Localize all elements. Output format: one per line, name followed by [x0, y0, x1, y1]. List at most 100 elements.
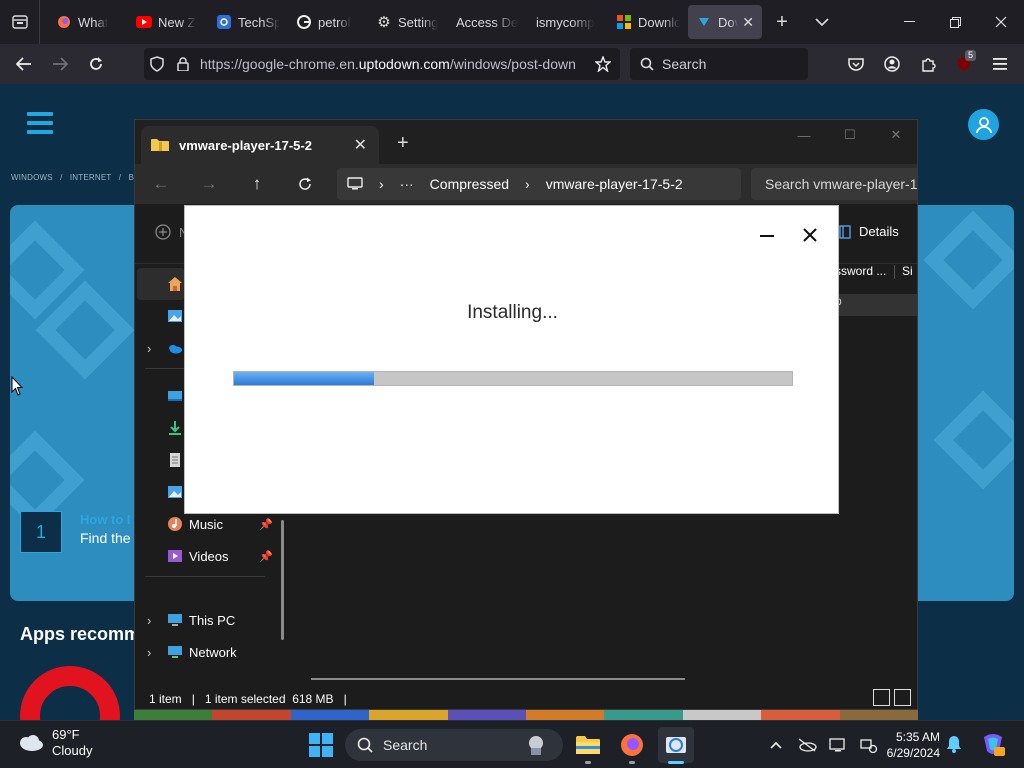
- details-view-icon[interactable]: [873, 689, 890, 706]
- close-button[interactable]: ✕: [873, 120, 917, 150]
- chevron-right-icon[interactable]: ›: [379, 176, 384, 192]
- breadcrumb-current[interactable]: vmware-player-17-5-2: [546, 176, 683, 192]
- taskbar-file-explorer[interactable]: [570, 727, 606, 764]
- browser-tab[interactable]: Downlo: [608, 5, 688, 39]
- details-pane-button[interactable]: Details: [839, 224, 899, 239]
- browser-tab[interactable]: ismycomp: [528, 5, 608, 39]
- display-tray-button[interactable]: [822, 729, 853, 761]
- pocket-button[interactable]: [838, 46, 874, 82]
- forward-button[interactable]: [42, 46, 78, 82]
- horizontal-scrollbar[interactable]: [311, 678, 685, 680]
- taskbar-installer-app[interactable]: [658, 727, 694, 764]
- browser-search-input[interactable]: Search: [630, 48, 808, 80]
- sidebar-item-this-pc[interactable]: › This PC: [135, 605, 283, 635]
- network-tray-button[interactable]: [853, 729, 884, 761]
- show-hidden-icons-button[interactable]: [760, 729, 791, 761]
- close-tab-icon[interactable]: ✕: [354, 135, 367, 155]
- minimize-button[interactable]: [886, 0, 932, 44]
- account-button[interactable]: [874, 46, 910, 82]
- url-text[interactable]: https://google-chrome.en.uptodown.com/wi…: [200, 56, 580, 72]
- url-bar[interactable]: https://google-chrome.en.uptodown.com/wi…: [144, 48, 620, 80]
- sidebar-item-label: Music: [189, 516, 223, 532]
- sidebar-scrollbar[interactable]: [281, 520, 284, 640]
- status-spacer: [286, 692, 293, 706]
- list-all-tabs-button[interactable]: [802, 0, 842, 44]
- installer-minimize-button[interactable]: [757, 226, 777, 246]
- installer-close-button[interactable]: [799, 224, 821, 246]
- refresh-button[interactable]: [289, 170, 321, 198]
- browser-tab[interactable]: petrol: [288, 5, 368, 39]
- browser-tab-active[interactable]: Dov ✕: [688, 5, 762, 39]
- tab-title: petrol: [318, 14, 351, 30]
- crumb[interactable]: INTERNET: [70, 173, 112, 182]
- pin-icon[interactable]: 📌: [259, 550, 273, 563]
- opera-app-icon[interactable]: [20, 666, 120, 720]
- bookmark-star-icon[interactable]: [590, 56, 616, 72]
- back-button[interactable]: [6, 46, 42, 82]
- weather-widget[interactable]: 69°F Cloudy: [16, 727, 92, 759]
- site-user-icon[interactable]: [968, 109, 999, 140]
- column-header-password[interactable]: ssword ...: [835, 264, 886, 278]
- taskbar-clock[interactable]: 5:35 AM 6/29/2024: [884, 729, 940, 761]
- taskbar-search[interactable]: Search: [345, 729, 563, 761]
- minimize-button[interactable]: —: [781, 120, 827, 150]
- tiles-view-icon[interactable]: [894, 689, 911, 706]
- extensions-button[interactable]: [910, 46, 946, 82]
- copilot-button[interactable]: [980, 731, 1006, 762]
- up-button[interactable]: ↑: [241, 170, 273, 198]
- browser-tab[interactable]: New Z: [128, 5, 208, 39]
- chevron-right-icon[interactable]: ›: [147, 645, 151, 660]
- onedrive-tray-button[interactable]: [791, 729, 822, 761]
- crumb[interactable]: WINDOWS: [11, 173, 53, 182]
- tab-title: New Z: [158, 14, 196, 30]
- cloud-icon: [20, 735, 43, 751]
- browser-tab[interactable]: What: [48, 5, 128, 39]
- account-icon: [884, 56, 900, 72]
- decorative-shape: [923, 210, 1014, 310]
- extension-badge: 5: [964, 50, 976, 61]
- notifications-button[interactable]: [946, 735, 962, 758]
- reload-button[interactable]: [78, 46, 114, 82]
- explorer-tab[interactable]: vmware-player-17-5-2 ✕: [141, 126, 379, 164]
- breadcrumb-compressed[interactable]: Compressed: [430, 176, 509, 192]
- chevron-right-icon[interactable]: ›: [147, 613, 151, 628]
- chevron-right-icon[interactable]: ›: [147, 341, 151, 356]
- sidebar-item-videos[interactable]: Videos 📌: [135, 541, 283, 571]
- ublock-button[interactable]: 5: [946, 46, 982, 82]
- new-tab-button[interactable]: +: [397, 132, 409, 155]
- search-highlight-icon: [529, 736, 543, 755]
- bell-icon: [947, 736, 961, 753]
- close-tab-icon[interactable]: ✕: [742, 14, 754, 31]
- weather-condition: Cloudy: [52, 743, 93, 758]
- address-bar[interactable]: › ··· Compressed › vmware-player-17-5-2: [337, 168, 741, 200]
- file-row[interactable]: p: [835, 294, 917, 316]
- new-tab-button[interactable]: +: [762, 0, 802, 44]
- site-menu-icon[interactable]: [27, 112, 53, 139]
- close-button[interactable]: [978, 0, 1024, 44]
- start-button[interactable]: [309, 733, 333, 762]
- back-button[interactable]: ←: [145, 170, 177, 198]
- app-menu-button[interactable]: [982, 46, 1018, 82]
- chevron-down-icon: [815, 18, 829, 26]
- explorer-search-input[interactable]: Search vmware-player-17: [751, 168, 917, 200]
- restore-icon: [949, 16, 961, 28]
- explorer-status-bar: 1 item | 1 item selected 618 MB |: [135, 688, 917, 709]
- browser-tab[interactable]: Access De: [448, 5, 528, 39]
- clock-date: 6/29/2024: [886, 746, 940, 760]
- lock-icon[interactable]: [170, 57, 196, 71]
- browser-tab[interactable]: ⚙ Setting: [368, 5, 448, 39]
- step-description: Find the: [80, 530, 131, 546]
- sidebar-item-network[interactable]: › Network: [135, 637, 283, 667]
- restore-button[interactable]: [932, 0, 978, 44]
- tracking-shield-icon[interactable]: [144, 56, 170, 72]
- howto-link[interactable]: How to I: [80, 512, 131, 527]
- maximize-button[interactable]: ☐: [827, 120, 873, 150]
- forward-button[interactable]: →: [193, 170, 225, 198]
- taskbar-firefox[interactable]: [614, 727, 650, 764]
- pin-icon[interactable]: 📌: [259, 518, 273, 531]
- more-locations-icon[interactable]: ···: [400, 176, 414, 192]
- firefox-view-button[interactable]: [0, 0, 40, 44]
- chevron-right-icon[interactable]: ›: [525, 176, 530, 192]
- browser-tab[interactable]: TechSp: [208, 5, 288, 39]
- column-header-size[interactable]: Si: [902, 264, 913, 278]
